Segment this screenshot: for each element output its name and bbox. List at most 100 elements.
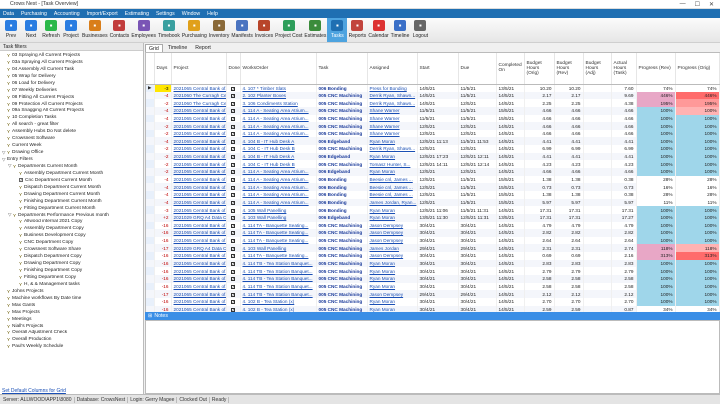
assigned-link[interactable]: Tomasz Hunter, S... [367,160,418,169]
project-link[interactable]: 2021065 Central Bank of... [171,122,227,130]
project-link[interactable]: 2021065 Central Bank of... [171,129,227,138]
assigned-link[interactable]: Beesie cnl, James ... [367,183,418,191]
menu-data[interactable]: Data [3,11,14,17]
table-row[interactable]: +2 2021029 GRQ A4 Data C... ✓ 4. 103 Wall P… [146,213,720,222]
done-checkbox[interactable]: ✓ [231,132,235,137]
table-row[interactable]: -16 2021065 Central Bank of... ✓ 4. 114 TA … [146,236,720,245]
assigned-link[interactable]: Ryan Moran [367,213,418,222]
column-header[interactable]: Actual Hours (Task) [611,53,637,85]
toolbar-logout-button[interactable]: ▪ Logout [410,18,430,42]
project-link[interactable]: 2021065 Central Bank of... [171,236,227,245]
toolbar-businesses-button[interactable]: ▪ Businesses [81,18,109,42]
project-link[interactable]: 2021065 Central Bank of... [171,152,227,161]
done-cell[interactable]: ✓ [226,236,241,245]
menu-accounting[interactable]: Accounting [54,11,80,17]
column-header[interactable]: Project [171,53,227,85]
done-cell[interactable]: ✓ [226,145,241,153]
done-cell[interactable]: ✓ [226,137,241,146]
project-link[interactable]: 2021065 Central Bank of... [171,259,227,268]
filter-item[interactable]: Y Overall Adjustment Check [2,330,141,337]
table-row[interactable]: -3 2021065 Central Bank of... ✓ 4. 105 Wall… [146,206,720,214]
done-checkbox[interactable]: ✓ [231,277,235,282]
filter-item[interactable]: Y 03a Spraying All Current Projects [2,59,141,66]
row-selector[interactable]: ▶ [146,84,155,92]
done-checkbox[interactable]: ✓ [231,155,235,160]
row-selector[interactable] [146,129,155,138]
filter-item[interactable]: Y Johns Projects [2,288,141,295]
done-cell[interactable]: ✓ [226,175,241,184]
filter-item[interactable]: Y Overall Production [2,336,141,343]
done-cell[interactable]: ✓ [226,244,241,253]
row-selector[interactable] [146,213,155,222]
works-order-link[interactable]: 4. 114 TB - Tea Station Banquet... [240,275,317,283]
works-order-link[interactable]: 4. 105 Wall Panelling [240,206,317,214]
assigned-link[interactable]: Shane Warner [367,129,418,138]
menu-window[interactable]: Window [182,11,200,17]
works-order-link[interactable]: 4. 103 Wall Panelling [240,213,317,222]
done-cell[interactable]: ✓ [226,160,241,169]
assigned-link[interactable]: Jason Dempsey [367,229,418,237]
works-order-link[interactable]: 4. 114 A - Seating Area Atrium... [240,183,317,191]
done-checkbox[interactable]: ✓ [231,300,235,305]
toolbar-inventory-button[interactable]: ▪ Inventory [208,18,231,42]
done-checkbox[interactable]: ✓ [231,284,235,289]
project-link[interactable]: 2021065 Central Bank of... [171,145,227,153]
project-link[interactable]: 2021065 Central Bank of... [171,252,227,260]
notes-area[interactable] [145,320,720,394]
filter-item[interactable]: Y Drawing Department Copy [2,260,141,267]
toolbar-timebook-button[interactable]: ▪ Timebook [157,18,181,42]
table-row[interactable]: ▶ -3 2021065 Central Bank of... ✓ 4. 107 * T… [146,84,720,92]
filter-item[interactable]: Y Dispatch Department Copy [2,253,141,260]
row-selector[interactable] [146,91,155,100]
project-link[interactable]: 2021029 GRQ A4 Data C... [171,244,227,253]
project-link[interactable]: 2021065 Central Bank of... [171,160,227,169]
done-checkbox[interactable]: ✓ [231,147,235,152]
filter-item[interactable]: Y CNC Department Copy [2,239,141,246]
assigned-link[interactable]: Jason Dempsey [367,236,418,245]
row-selector[interactable] [146,275,155,283]
row-selector[interactable] [146,229,155,237]
works-order-link[interactable]: 4. 114 TA - Banquette Seating... [240,229,317,237]
toolbar-employees-button[interactable]: ▪ Employees [130,18,157,42]
filter-checkbox[interactable]: ✓ [19,178,23,183]
row-selector[interactable] [146,175,155,184]
toolbar-calendar-button[interactable]: ▪ Calendar [367,18,389,42]
done-cell[interactable]: ✓ [226,168,241,176]
assigned-link[interactable]: Ryan Moran [367,275,418,283]
toolbar-purchasing-button[interactable]: ▪ Purchasing [181,18,208,42]
works-order-link[interactable]: 4. 114 A - Seating Area Atrium... [240,122,317,130]
toolbar-refresh-button[interactable]: ▪ Refresh [41,18,61,42]
works-order-link[interactable]: 4. 114 TA - Banquette Seating... [240,252,317,260]
table-row[interactable]: -2 2021065 Central Bank of... ✓ 4. 104 B - … [146,152,720,161]
table-row[interactable]: -17 2021065 Central Bank of... ✓ 4. 114 TB … [146,290,720,298]
filter-item[interactable]: Y Drawing Department Current Month [2,191,141,198]
filter-item[interactable]: Y Paul's Weekly Schedule [2,343,141,350]
maximize-icon[interactable]: ☐ [695,1,700,8]
assigned-link[interactable]: Ryan Moran [367,137,418,146]
assigned-link[interactable]: Jason Dempsey [367,290,418,298]
works-order-link[interactable]: 4. 114 TB - Tea Station Banquet... [240,290,317,298]
done-cell[interactable]: ✓ [226,229,241,237]
filter-item[interactable]: Y 08 Fitting All Current Projects [2,94,141,101]
filter-item[interactable]: Y Fitting Department Current Month [2,205,141,212]
project-link[interactable]: 2021065 Central Bank of... [171,297,227,306]
works-order-link[interactable]: 4. 114 A - Seating Area Atrium... [240,198,317,207]
table-row[interactable]: -2 2021065 Central Bank of... ✓ 4. 104 C - … [146,160,720,169]
toolbar-reports-button[interactable]: ▪ Reports [347,18,367,42]
column-header[interactable]: Due [458,53,497,85]
menu-estimating[interactable]: Estimating [125,11,149,17]
done-checkbox[interactable]: ✓ [231,269,235,274]
works-order-link[interactable]: 4. 103 Wall Panelling [240,244,317,253]
tab-report[interactable]: Report [192,44,214,52]
done-cell[interactable]: ✓ [226,290,241,298]
done-checkbox[interactable]: ✓ [231,86,235,91]
row-selector[interactable] [146,160,155,169]
works-order-link[interactable]: 4. 114 A - Seating Area Atrium... [240,114,317,123]
works-order-link[interactable]: 4. 104 C - IT Hub Desk B [240,145,317,153]
row-selector[interactable] [146,114,155,123]
column-header[interactable]: Budget Hours (Rev) [554,53,584,85]
filter-item[interactable]: Y 10 Completion Tasks [2,114,141,121]
filter-item[interactable]: Y Finishing Department Copy [2,267,141,274]
assigned-link[interactable]: James Jordan [367,244,418,253]
filter-item[interactable]: ▽ Y Departments Performance Previous month [2,212,141,219]
